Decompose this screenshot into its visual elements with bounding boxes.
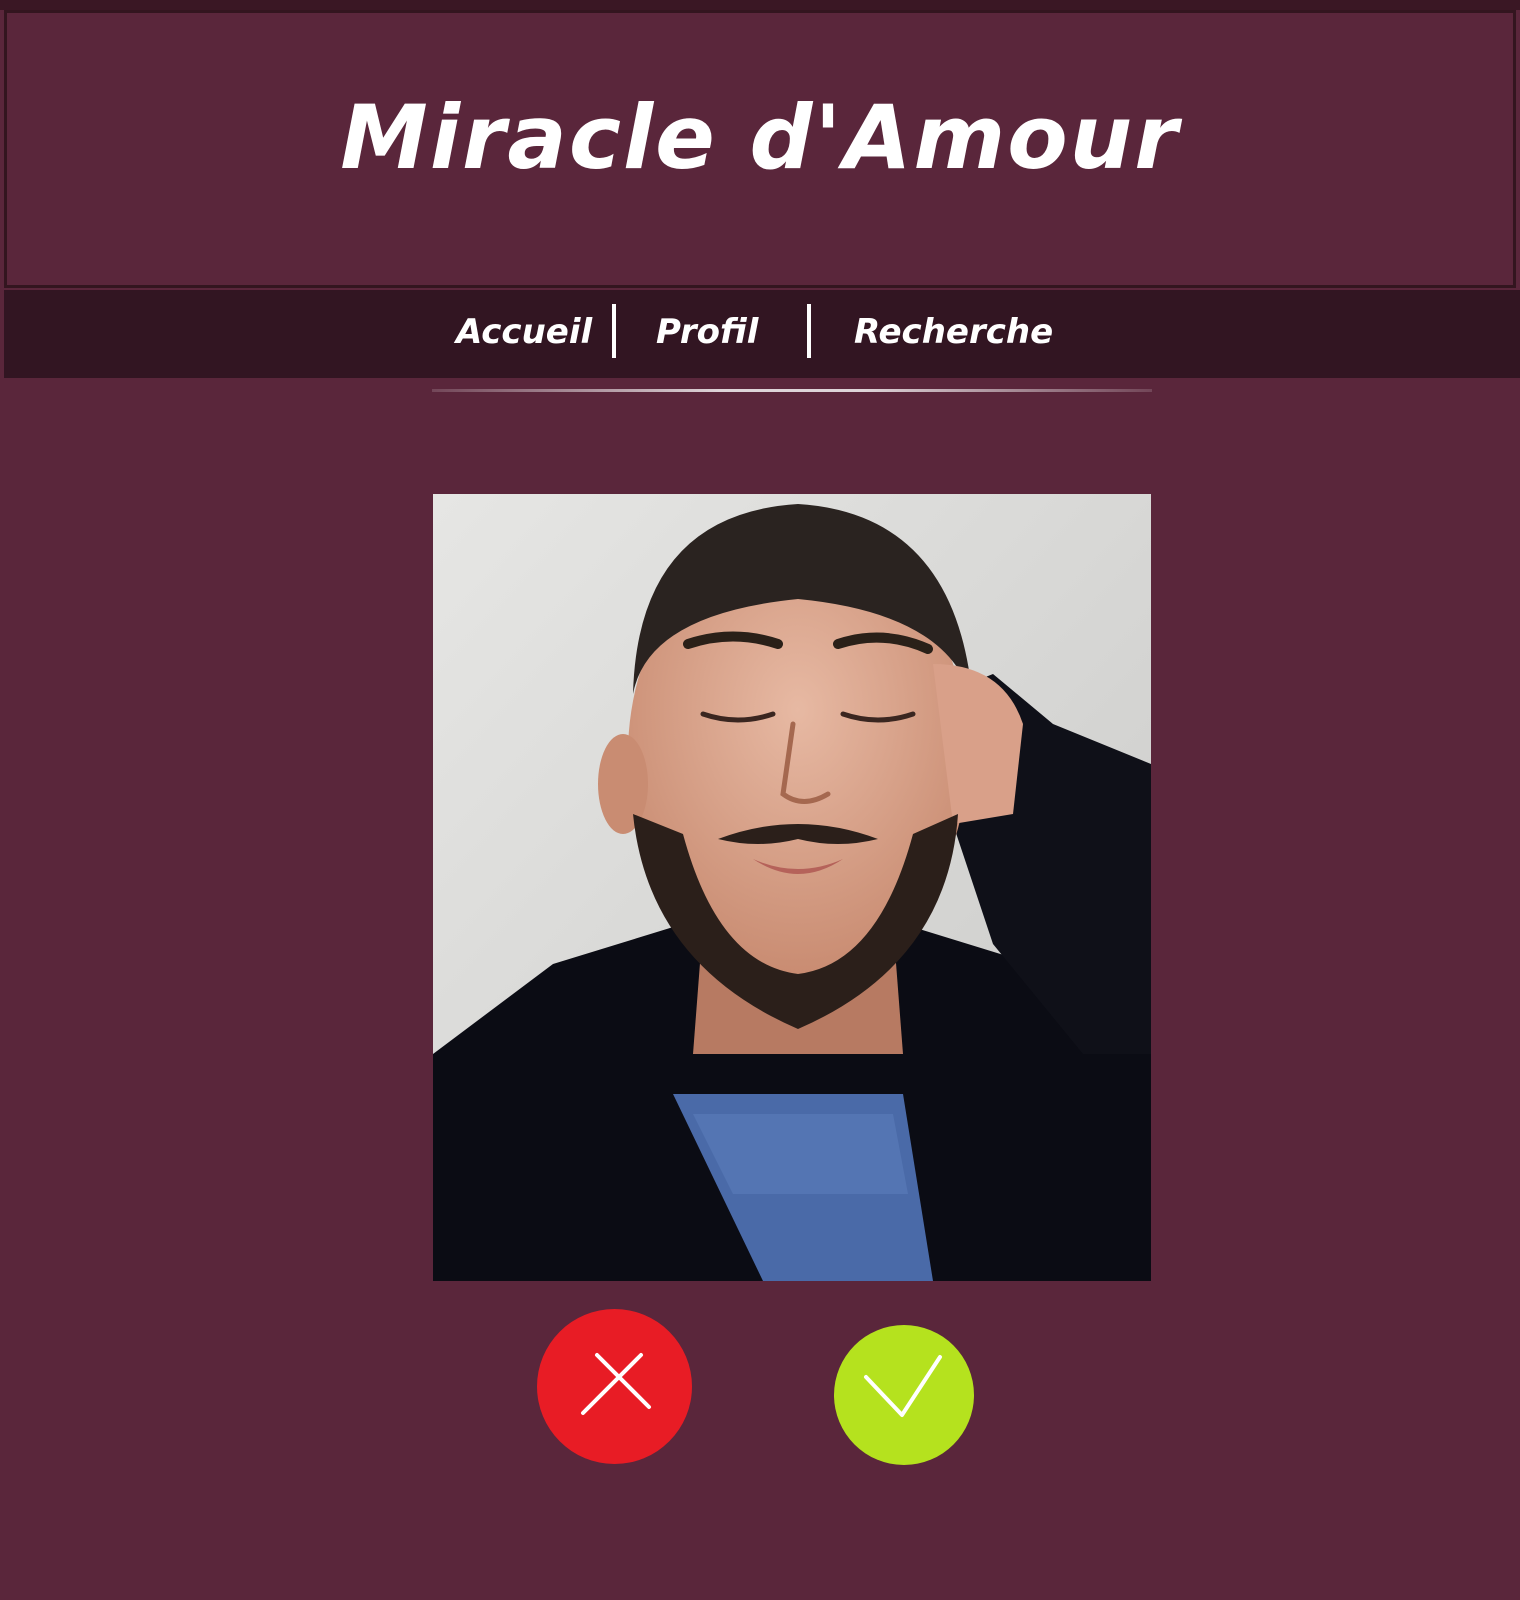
site-header: Miracle d'Amour bbox=[4, 10, 1516, 288]
page: Miracle d'Amour Accueil Profil Recherche bbox=[0, 0, 1520, 1600]
site-title: Miracle d'Amour bbox=[340, 86, 1180, 189]
check-icon bbox=[864, 1355, 942, 1417]
nav-underline bbox=[432, 389, 1152, 392]
close-icon bbox=[581, 1353, 651, 1415]
nav-item-profil[interactable]: Profil bbox=[656, 306, 758, 358]
nav-item-accueil[interactable]: Accueil bbox=[456, 306, 592, 358]
nav-separator bbox=[807, 304, 811, 358]
nav-separator bbox=[612, 304, 616, 358]
top-edge bbox=[0, 0, 1520, 10]
nav-item-recherche[interactable]: Recherche bbox=[854, 306, 1053, 358]
reject-button[interactable] bbox=[537, 1309, 692, 1464]
accept-button[interactable] bbox=[834, 1325, 974, 1465]
person-photo-icon bbox=[433, 494, 1151, 1281]
profile-photo bbox=[433, 494, 1151, 1281]
main-navbar: Accueil Profil Recherche bbox=[4, 290, 1520, 378]
